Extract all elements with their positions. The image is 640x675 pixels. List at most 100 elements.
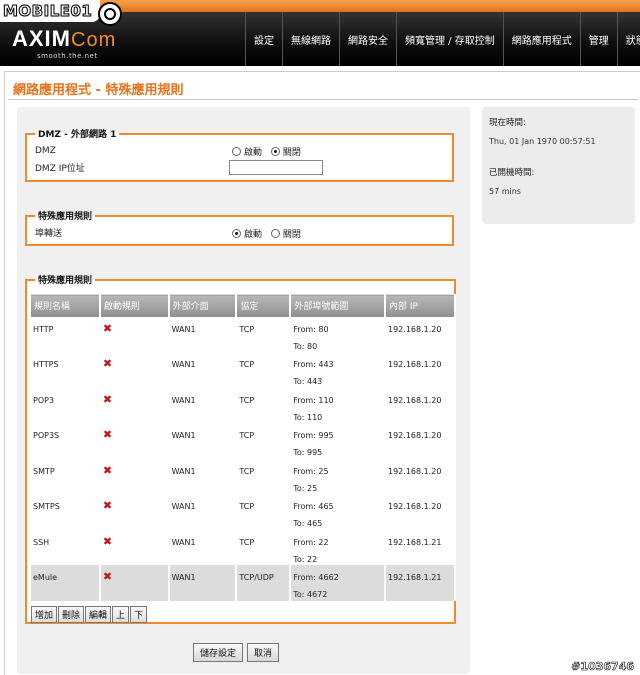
uptime-value: 57 mins [489, 187, 521, 196]
current-time-value: Thu, 01 Jan 1970 00:57:51 [489, 137, 596, 146]
cell-protocol: TCP [236, 423, 292, 459]
table-button-bar: 增加 刪除 編輯 上 下 [31, 606, 148, 623]
cell-internal-ip: 192.168.1.20 [385, 458, 456, 494]
table-row-selected[interactable]: eMule ✖ WAN1 TCP/UDP From: 4662 To: 4672 … [31, 565, 456, 601]
cell-interface: WAN1 [168, 494, 238, 530]
cell-enable: ✖ [99, 565, 170, 601]
cell-interface: WAN1 [168, 423, 238, 459]
nav-applications[interactable]: 網路應用程式 [502, 12, 580, 66]
dmz-enable-radio[interactable]: 啟動 [232, 145, 262, 158]
port-forward-enable-radio[interactable]: 啟動 [232, 227, 262, 240]
disabled-x-icon[interactable]: ✖ [103, 394, 112, 405]
cell-enable: ✖ [99, 494, 170, 530]
cell-protocol: TCP/UDP [236, 565, 292, 601]
cell-enable: ✖ [99, 458, 170, 494]
dmz-ip-input[interactable] [229, 160, 323, 175]
cell-port-range: From: 443 To: 443 [290, 352, 386, 388]
cell-internal-ip: 192.168.1.20 [385, 494, 456, 530]
cell-port-range: From: 995 To: 995 [290, 423, 386, 459]
save-settings-button[interactable]: 儲存設定 [193, 643, 244, 662]
table-row[interactable]: POP3 ✖ WAN1 TCP From: 110 To: 110 192.168… [31, 387, 456, 423]
cell-enable: ✖ [99, 423, 170, 459]
dmz-disable-radio[interactable]: 關閉 [270, 145, 301, 158]
logo-suffix: Com [71, 29, 117, 51]
cell-interface: WAN1 [168, 316, 238, 352]
delete-rule-button[interactable]: 刪除 [58, 606, 85, 623]
col-rule-name[interactable]: 規則名稱 [31, 294, 101, 317]
cell-internal-ip: 192.168.1.20 [385, 352, 456, 388]
mobile01-watermark: MOBILE01 [2, 2, 93, 21]
dmz-radio-group: 啟動 關閉 [232, 145, 307, 159]
nav-management[interactable]: 管理 [579, 12, 617, 66]
disabled-x-icon[interactable]: ✖ [103, 500, 112, 511]
mobile01-badge-icon [98, 2, 122, 26]
cell-name: SSH [31, 529, 101, 565]
cell-name: POP3 [31, 387, 101, 423]
port-forward-disable-radio[interactable]: 關閉 [270, 227, 301, 240]
disabled-x-icon[interactable]: ✖ [103, 429, 112, 440]
cell-interface: WAN1 [168, 565, 238, 601]
cell-port-range: From: 25 To: 25 [290, 458, 386, 494]
port-forward-legend: 特殊應用規則 [38, 212, 93, 222]
nav-wireless[interactable]: 無線網路 [282, 12, 339, 66]
logo-tagline: smooth.the.net [37, 52, 98, 60]
cell-enable: ✖ [99, 352, 170, 388]
table-row[interactable]: POP3S ✖ WAN1 TCP From: 995 To: 995 192.16… [31, 423, 456, 459]
col-internal-ip[interactable]: 內部 IP [385, 294, 456, 317]
disabled-x-icon[interactable]: ✖ [103, 536, 112, 547]
cell-enable: ✖ [99, 316, 170, 352]
cell-port-range: From: 465 To: 465 [290, 494, 386, 530]
port-forward-label: 埠轉送 [35, 229, 63, 239]
disabled-x-icon[interactable]: ✖ [103, 571, 112, 582]
col-protocol[interactable]: 協定 [236, 294, 292, 317]
cell-internal-ip: 192.168.1.20 [385, 316, 456, 352]
cell-name: POP3S [31, 423, 101, 459]
title-divider [8, 99, 638, 100]
cell-protocol: TCP [236, 458, 292, 494]
cell-protocol: TCP [236, 387, 292, 423]
move-up-button[interactable]: 上 [112, 606, 130, 623]
col-enable[interactable]: 啟動規則 [99, 294, 170, 317]
cell-name: HTTP [31, 316, 101, 352]
cell-port-range: From: 80 To: 80 [290, 316, 386, 352]
nav-bandwidth[interactable]: 頻寬管理 / 存取控制 [396, 12, 503, 66]
disabled-x-icon[interactable]: ✖ [103, 323, 112, 334]
header: MOBILE01 AXIMCom smooth.the.net 設定 無線網路 … [0, 0, 640, 66]
cell-protocol: TCP [236, 494, 292, 530]
table-row[interactable]: HTTP ✖ WAN1 TCP From: 80 To: 80 192.168.1… [31, 316, 456, 352]
disabled-x-icon[interactable]: ✖ [103, 358, 112, 369]
rules-table: 規則名稱 啟動規則 外部介面 協定 外部埠號範圍 內部 IP HTTP ✖ WA… [31, 294, 456, 601]
cell-internal-ip: 192.168.1.20 [385, 423, 456, 459]
cell-protocol: TCP [236, 529, 292, 565]
nav-settings[interactable]: 設定 [245, 12, 282, 66]
nav-status[interactable]: 狀態 [616, 12, 640, 66]
radio-dot [232, 229, 241, 238]
cell-name: SMTPS [31, 494, 101, 530]
cell-protocol: TCP [236, 316, 292, 352]
add-rule-button[interactable]: 增加 [31, 606, 58, 623]
table-row[interactable]: HTTPS ✖ WAN1 TCP From: 443 To: 443 192.16… [31, 352, 456, 388]
edit-rule-button[interactable]: 編輯 [85, 606, 112, 623]
col-interface[interactable]: 外部介面 [168, 294, 238, 317]
cell-internal-ip: 192.168.1.21 [385, 529, 456, 565]
move-down-button[interactable]: 下 [130, 606, 148, 623]
cell-internal-ip: 192.168.1.21 [385, 565, 456, 601]
table-row[interactable]: SMTPS ✖ WAN1 TCP From: 465 To: 465 192.16… [31, 494, 456, 530]
col-port-range[interactable]: 外部埠號範圍 [290, 294, 386, 317]
cell-port-range: From: 110 To: 110 [290, 387, 386, 423]
disabled-x-icon[interactable]: ✖ [103, 465, 112, 476]
radio-dot [232, 147, 241, 156]
dmz-legend: DMZ - 外部網路 1 [38, 130, 117, 140]
form-buttons: 儲存設定 取消 [193, 643, 283, 662]
dmz-fieldset: DMZ - 外部網路 1 DMZ 啟動 關閉 DMZ IP位址 [25, 127, 454, 182]
cancel-button[interactable]: 取消 [247, 643, 280, 662]
rules-legend: 特殊應用規則 [38, 276, 93, 286]
cell-interface: WAN1 [168, 458, 238, 494]
cell-internal-ip: 192.168.1.20 [385, 387, 456, 423]
nav-security[interactable]: 網路安全 [339, 12, 396, 66]
current-time-label: 現在時間: [489, 118, 526, 128]
dmz-label: DMZ [35, 146, 56, 156]
table-row[interactable]: SMTP ✖ WAN1 TCP From: 25 To: 25 192.168.1… [31, 458, 456, 494]
table-row[interactable]: SSH ✖ WAN1 TCP From: 22 To: 22 192.168.1.… [31, 529, 456, 565]
top-nav: 設定 無線網路 網路安全 頻寬管理 / 存取控制 網路應用程式 管理 狀態 [245, 12, 640, 66]
